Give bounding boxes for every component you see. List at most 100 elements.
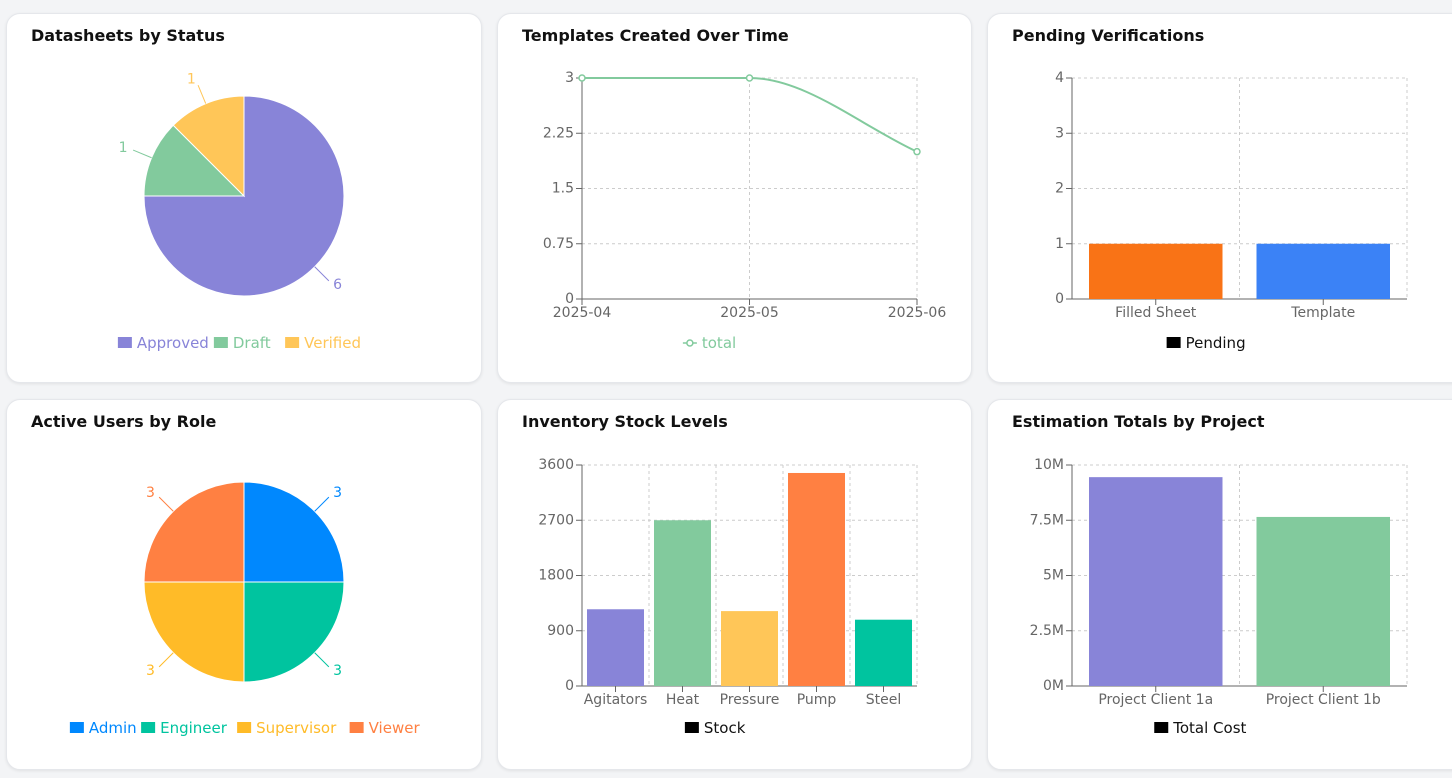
y-tick-label: 900: [547, 623, 574, 639]
legend-label: Admin: [89, 719, 137, 737]
pie-value-label: 1: [187, 72, 196, 88]
x-tick-label: Pressure: [720, 692, 780, 708]
legend-swatch: [684, 722, 699, 733]
y-tick-label: 7.5M: [1030, 512, 1064, 528]
legend-label: Draft: [233, 334, 271, 352]
y-tick-label: 1: [1055, 236, 1064, 252]
legend-label: total: [702, 334, 736, 352]
pie-label-line: [158, 496, 174, 512]
line-point-2025-04: [578, 74, 586, 82]
chart-card-datasheets-status: Datasheets by Status 6 1 1 Approved Draft Ver…: [6, 13, 482, 383]
y-tick-label: 2.5M: [1030, 623, 1064, 639]
x-tick-label: Project Client 1a: [1098, 692, 1213, 708]
templates-line-chart: 00.751.52.2532025-04 2025-05 2025-06total: [543, 70, 947, 352]
legend-swatch-engineer: [141, 722, 156, 733]
y-tick-label: 4: [1055, 70, 1064, 86]
y-tick-label: 3600: [538, 457, 574, 473]
bar-project-client-1a: [1089, 477, 1223, 686]
line-point-2025-05: [745, 74, 754, 82]
chart-legend: Approved Draft Verified: [117, 334, 361, 352]
legend-label: Supervisor: [256, 719, 337, 737]
y-tick-label: 3: [1055, 125, 1064, 141]
y-tick-label: 2700: [538, 512, 574, 528]
bar-project-client-1b: [1256, 516, 1390, 686]
x-tick-label: Agitators: [584, 692, 648, 708]
pending-verifications-bar-chart: 0 1 2 3 4 Filled Sheet Template Pending: [1055, 70, 1408, 352]
legend-swatch: [1154, 722, 1169, 733]
pie-label-line: [132, 149, 152, 159]
x-tick-label: Project Client 1b: [1266, 692, 1381, 708]
legend-label: Viewer: [369, 719, 421, 737]
pie-slice-supervisor: [143, 581, 245, 683]
chart-card-templates-over-time: Templates Created Over Time 0 0.75 1.5 2.25…: [497, 13, 972, 383]
pie-value-label: 3: [333, 485, 342, 501]
pie-label-line: [314, 496, 330, 512]
pie-slice-admin: [243, 481, 345, 583]
legend-swatch-viewer: [349, 722, 364, 733]
legend-label: Total Cost: [1172, 719, 1246, 737]
pie-label-line: [197, 84, 207, 104]
y-tick-label: 10M: [1034, 457, 1064, 473]
legend-swatch: [1166, 337, 1181, 348]
y-tick-label: 1800: [538, 568, 574, 584]
chart-legend: Stock: [684, 719, 746, 737]
x-tick-label: Steel: [866, 692, 902, 708]
inventory-stock-bar-chart: 0 900 1800 2700 3600 Agitators Heat Pressure Pum…: [538, 457, 918, 737]
x-tick-label: Template: [1290, 305, 1355, 321]
legend-marker-icon: [686, 339, 694, 347]
y-tick-label: 1.5: [552, 181, 574, 197]
pie-value-label: 3: [333, 663, 342, 679]
pie-value-label: 3: [146, 663, 155, 679]
y-tick-label: 0: [1055, 291, 1064, 307]
pie-slice-viewer: [143, 481, 245, 583]
bar-filled-sheet: [1089, 243, 1223, 299]
legend-label: Stock: [704, 719, 746, 737]
x-tick-label: Filled Sheet: [1115, 305, 1197, 321]
bar-template: [1256, 243, 1390, 299]
pie-slice-engineer: [243, 581, 345, 683]
bar-pressure: [721, 611, 778, 686]
y-tick-label: 3: [565, 70, 574, 86]
chart-card-active-users: Active Users by Role 3 3 3 3 Admin Engineer Su…: [6, 399, 482, 770]
y-tick-label: 5M: [1043, 568, 1064, 584]
legend-label: Approved: [137, 334, 209, 352]
legend-swatch-verified: [285, 337, 300, 348]
x-tick-label: 2025-04: [553, 305, 612, 321]
bar-heat: [654, 520, 711, 686]
x-tick-label: Heat: [666, 692, 700, 708]
pie-value-label: 6: [333, 277, 342, 293]
y-tick-label: 2.25: [543, 125, 574, 141]
estimation-totals-bar-chart: 0M 2.5M 5M 7.5M 10M Project Client 1a Project …: [1030, 457, 1408, 737]
legend-label: Pending: [1186, 334, 1246, 352]
pie-value-label: 3: [146, 485, 155, 501]
bar-pump: [788, 472, 845, 686]
pie-label-line: [158, 652, 174, 668]
bar-steel: [855, 619, 912, 686]
datasheets-status-pie-chart: 6 1 1 Approved Draft Verified: [117, 72, 361, 352]
x-tick-label: Pump: [797, 692, 837, 708]
chart-card-inventory-stock: Inventory Stock Levels 0 900 1800 2700 3600 A…: [497, 399, 972, 770]
x-tick-label: 2025-05: [720, 305, 779, 321]
legend-swatch-admin: [69, 722, 84, 733]
chart-card-estimation-totals: Estimation Totals by Project 0M 2.5M 5M 7.5…: [987, 399, 1452, 770]
y-tick-label: 2: [1055, 181, 1064, 197]
pie-label-line: [314, 652, 330, 668]
y-tick-label: 0: [565, 678, 574, 694]
bar-agitators: [587, 609, 644, 686]
chart-legend: Total Cost: [1154, 719, 1247, 737]
legend-label: Engineer: [160, 719, 228, 737]
legend-label: Verified: [304, 334, 361, 352]
pie-label-line: [314, 266, 330, 282]
y-tick-label: 0M: [1043, 678, 1064, 694]
chart-card-pending-verifications: Pending Verifications 0 1 2 3 4 Filled Sheet T…: [987, 13, 1452, 383]
legend-swatch-approved: [117, 337, 132, 348]
legend-swatch-draft: [213, 337, 228, 348]
active-users-pie-chart: 3 3 3 3 Admin Engineer Supervisor Viewer: [69, 481, 421, 737]
legend-swatch-supervisor: [237, 722, 252, 733]
y-tick-label: 0.75: [543, 236, 574, 252]
x-tick-label: 2025-06: [888, 305, 947, 321]
chart-legend: Admin Engineer Supervisor Viewer: [69, 719, 421, 737]
line-point-2025-06: [913, 147, 921, 156]
chart-legend: total: [682, 334, 736, 352]
chart-legend: Pending: [1166, 334, 1246, 352]
